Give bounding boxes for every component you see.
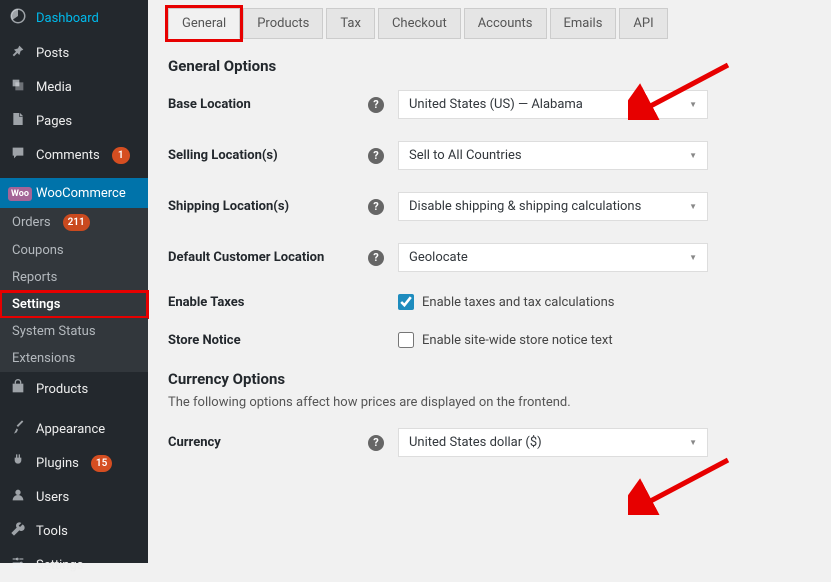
sidebar-item-products[interactable]: Products	[0, 372, 148, 406]
tab-checkout[interactable]: Checkout	[378, 8, 461, 39]
woo-icon: Woo	[8, 185, 28, 201]
currency-description: The following options affect how prices …	[168, 395, 811, 410]
wrench-icon	[8, 521, 28, 541]
select-value: Sell to All Countries	[409, 148, 522, 163]
sidebar-item-appearance[interactable]: Appearance	[0, 412, 148, 446]
pin-icon	[8, 43, 28, 63]
tab-general[interactable]: General	[168, 8, 240, 39]
sidebar-item-pages[interactable]: Pages	[0, 104, 148, 138]
user-icon	[8, 487, 28, 507]
store-notice-label: Store Notice	[168, 333, 368, 348]
comments-badge: 1	[112, 147, 130, 164]
sidebar-item-media[interactable]: Media	[0, 70, 148, 104]
default-customer-location-select[interactable]: Geolocate ▼	[398, 243, 708, 272]
shipping-location-label: Shipping Location(s)	[168, 199, 368, 214]
plugins-badge: 15	[91, 455, 112, 472]
label: Settings	[12, 297, 60, 312]
sidebar-item-tools[interactable]: Tools	[0, 514, 148, 548]
label: Products	[36, 382, 88, 397]
select-value: United States dollar ($)	[409, 435, 542, 450]
sidebar-item-comments[interactable]: Comments 1	[0, 138, 148, 172]
label: Posts	[36, 46, 69, 61]
sidebar-item-dashboard[interactable]: Dashboard	[0, 0, 148, 36]
currency-label: Currency	[168, 435, 368, 450]
label: System Status	[12, 324, 96, 339]
sidebar-item-settings[interactable]: Settings	[0, 548, 148, 582]
selling-location-select[interactable]: Sell to All Countries ▼	[398, 141, 708, 170]
tab-emails[interactable]: Emails	[550, 8, 617, 39]
help-icon[interactable]: ?	[368, 148, 384, 164]
label: Appearance	[36, 422, 105, 437]
label: Settings	[36, 558, 83, 573]
orders-badge: 211	[63, 214, 90, 231]
chevron-down-icon: ▼	[689, 151, 697, 160]
tab-tax[interactable]: Tax	[326, 8, 375, 39]
label: WooCommerce	[36, 186, 126, 201]
sidebar-sub-coupons[interactable]: Coupons	[0, 237, 148, 264]
page-icon	[8, 111, 28, 131]
label: Plugins	[36, 456, 79, 471]
default-customer-location-label: Default Customer Location	[168, 250, 368, 265]
chevron-down-icon: ▼	[689, 438, 697, 447]
base-location-select[interactable]: United States (US) — Alabama ▼	[398, 90, 708, 119]
checkbox-label: Enable taxes and tax calculations	[422, 295, 614, 310]
sidebar-sub-reports[interactable]: Reports	[0, 264, 148, 291]
selling-location-label: Selling Location(s)	[168, 148, 368, 163]
enable-taxes-label: Enable Taxes	[168, 295, 368, 310]
chevron-down-icon: ▼	[689, 202, 697, 211]
label: Extensions	[12, 351, 75, 366]
gauge-icon	[8, 7, 28, 29]
enable-taxes-checkbox[interactable]	[398, 294, 414, 310]
shipping-location-select[interactable]: Disable shipping & shipping calculations…	[398, 192, 708, 221]
enable-taxes-checkbox-wrap[interactable]: Enable taxes and tax calculations	[398, 294, 614, 310]
label: Orders	[12, 215, 51, 230]
section-general-options: General Options	[168, 57, 811, 75]
label: Tools	[36, 524, 68, 539]
sliders-icon	[8, 555, 28, 575]
label: Comments	[36, 148, 100, 163]
media-icon	[8, 77, 28, 97]
label: Users	[36, 490, 69, 505]
checkbox-label: Enable site-wide store notice text	[422, 333, 613, 348]
plug-icon	[8, 453, 28, 473]
section-currency-options: Currency Options	[168, 370, 811, 388]
help-icon[interactable]: ?	[368, 97, 384, 113]
annotation-arrow-icon	[628, 455, 738, 515]
help-icon[interactable]: ?	[368, 199, 384, 215]
sidebar-sub-extensions[interactable]: Extensions	[0, 345, 148, 372]
label: Pages	[36, 114, 72, 129]
select-value: Geolocate	[409, 250, 468, 265]
currency-select[interactable]: United States dollar ($) ▼	[398, 428, 708, 457]
sidebar-sub-orders[interactable]: Orders 211	[0, 208, 148, 237]
help-icon[interactable]: ?	[368, 435, 384, 451]
chevron-down-icon: ▼	[689, 100, 697, 109]
base-location-label: Base Location	[168, 97, 368, 112]
label: Coupons	[12, 243, 64, 258]
sidebar-sub-system-status[interactable]: System Status	[0, 318, 148, 345]
select-value: United States (US) — Alabama	[409, 97, 583, 112]
sidebar-item-users[interactable]: Users	[0, 480, 148, 514]
label: Media	[36, 80, 72, 95]
chevron-down-icon: ▼	[689, 253, 697, 262]
sidebar-sub-settings[interactable]: Settings	[0, 291, 148, 318]
label: Dashboard	[36, 11, 99, 26]
products-icon	[8, 379, 28, 399]
brush-icon	[8, 419, 28, 439]
tab-accounts[interactable]: Accounts	[464, 8, 547, 39]
main-content: General Products Tax Checkout Accounts E…	[148, 0, 831, 563]
comment-icon	[8, 145, 28, 165]
label: Reports	[12, 270, 57, 285]
select-value: Disable shipping & shipping calculations	[409, 199, 641, 214]
store-notice-checkbox[interactable]	[398, 332, 414, 348]
sidebar: Dashboard Posts Media Pages Comments 1 W…	[0, 0, 148, 563]
help-icon[interactable]: ?	[368, 250, 384, 266]
tabs: General Products Tax Checkout Accounts E…	[168, 8, 811, 39]
sidebar-item-posts[interactable]: Posts	[0, 36, 148, 70]
sidebar-item-plugins[interactable]: Plugins 15	[0, 446, 148, 480]
store-notice-checkbox-wrap[interactable]: Enable site-wide store notice text	[398, 332, 613, 348]
sidebar-item-woocommerce[interactable]: Woo WooCommerce	[0, 178, 148, 208]
tab-products[interactable]: Products	[243, 8, 323, 39]
tab-api[interactable]: API	[619, 8, 667, 39]
